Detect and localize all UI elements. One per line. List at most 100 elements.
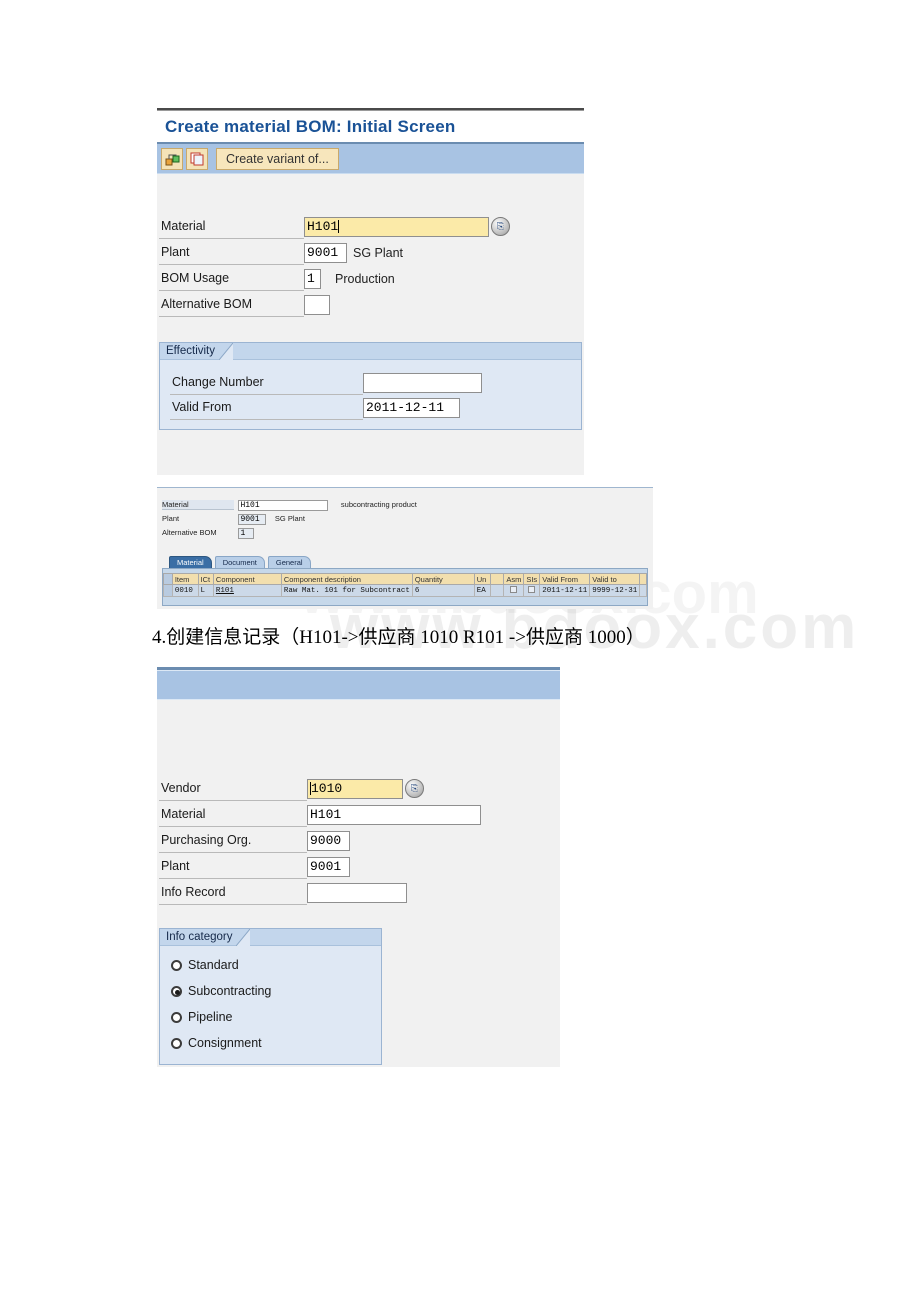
bom-label-usage: BOM Usage (159, 266, 304, 291)
col-ict[interactable]: ICt (197, 573, 214, 585)
change-number-input[interactable] (363, 372, 482, 393)
effectivity-change-number-row: Change Number (170, 370, 570, 395)
screen-title-bar: Create material BOM: Initial Screen (157, 111, 584, 144)
cell-item[interactable]: 0010 (171, 584, 199, 597)
plant-description: SG Plant (353, 245, 404, 260)
tab-general[interactable]: General (267, 556, 311, 568)
items-alternative-input[interactable]: 1 (238, 528, 255, 539)
bom-item-table: Item ICt Component Component description… (163, 573, 647, 597)
info-category-radio-group: Standard Subcontracting Pipeline Consign… (160, 946, 381, 1056)
create-info-record-screen: Vendor 1010 ⎘ Material H101 Purchasing O… (157, 667, 560, 1067)
col-quantity[interactable]: Quantity (411, 573, 475, 585)
tab-document[interactable]: Document (214, 556, 265, 568)
radio-standard-icon[interactable] (171, 959, 182, 971)
bom-field-material-row: Material H101 ⎘ (159, 214, 579, 239)
material-input-value: H101 (307, 218, 339, 234)
legend-slant-icon (236, 928, 251, 946)
col-trailing[interactable] (639, 573, 647, 585)
col-sls[interactable]: SIs (523, 573, 541, 585)
valid-from-input[interactable]: 2011-12-11 (363, 397, 460, 418)
radio-standard[interactable]: Standard (171, 952, 381, 978)
info-material-input[interactable]: H101 (307, 804, 481, 825)
cell-component-description[interactable]: Raw Mat. 101 for Subcontract (280, 584, 413, 597)
cell-trailing[interactable] (639, 584, 647, 597)
table-row[interactable]: 0010 L R101 Raw Mat. 101 for Subcontract… (163, 584, 647, 597)
items-plant-description: SG Plant (274, 514, 305, 523)
items-header-alternative-row: Alternative BOM 1 (162, 522, 255, 540)
material-value-help-icon[interactable]: ⎘ (491, 217, 510, 236)
cell-valid-to[interactable]: 9999-12-31 (589, 584, 641, 597)
row-select-cell[interactable] (163, 584, 173, 597)
bom-usage-description: Production (335, 271, 395, 286)
cell-unit[interactable]: EA (473, 584, 492, 597)
info-category-groupbox: Info category Standard Subcontracting Pi… (159, 928, 382, 1065)
radio-subcontracting[interactable]: Subcontracting (171, 978, 381, 1004)
radio-consignment[interactable]: Consignment (171, 1030, 381, 1056)
item-tabstrip: Material Document General (169, 554, 314, 568)
cell-asm[interactable] (503, 584, 525, 597)
copy-window-icon[interactable] (186, 147, 208, 170)
info-field-purchasing-org-row: Purchasing Org. 9000 (159, 828, 559, 853)
cell-component[interactable]: R101 (212, 584, 282, 597)
vendor-input[interactable]: 1010 (307, 778, 403, 799)
bom-field-plant-row: Plant 9001 SG Plant (159, 240, 579, 265)
asm-checkbox[interactable] (510, 585, 518, 593)
sls-checkbox[interactable] (528, 585, 536, 593)
bom-copy-icon[interactable] (161, 147, 183, 170)
col-component[interactable]: Component (212, 573, 282, 585)
tab-material[interactable]: Material (169, 556, 212, 568)
vendor-value-help-icon[interactable]: ⎘ (405, 779, 424, 798)
label-valid-from: Valid From (170, 395, 363, 420)
col-component-description[interactable]: Component description (280, 573, 413, 585)
plant-input[interactable]: 9001 (304, 242, 347, 263)
info-plant-input[interactable]: 9001 (307, 856, 350, 877)
info-category-legend-bar: Info category (160, 928, 381, 946)
legend-slant-icon (219, 342, 233, 360)
radio-consignment-label: Consignment (188, 1036, 262, 1050)
info-label-vendor: Vendor (159, 776, 307, 801)
radio-pipeline[interactable]: Pipeline (171, 1004, 381, 1030)
radio-pipeline-label: Pipeline (188, 1010, 233, 1024)
info-record-input[interactable] (307, 882, 407, 903)
col-blank[interactable] (490, 573, 505, 585)
cell-sls[interactable] (523, 584, 541, 597)
items-material-description: subcontracting product (340, 500, 417, 509)
create-variant-button[interactable]: Create variant of... (216, 147, 339, 170)
material-input[interactable]: H101 (304, 216, 489, 237)
page-title: Create material BOM: Initial Screen (165, 117, 456, 136)
col-select[interactable] (163, 573, 173, 585)
info-label-material: Material (159, 802, 307, 827)
col-valid-to[interactable]: Valid to (589, 573, 641, 585)
cell-blank[interactable] (490, 584, 505, 597)
cell-valid-from[interactable]: 2011-12-11 (539, 584, 591, 597)
table-header-row: Item ICt Component Component description… (163, 573, 647, 585)
cell-ict[interactable]: L (197, 584, 214, 597)
bom-field-alternative-row: Alternative BOM (159, 292, 579, 317)
bom-usage-input[interactable]: 1 (304, 268, 321, 289)
radio-consignment-icon[interactable] (171, 1037, 182, 1049)
item-table-container: Item ICt Component Component description… (162, 568, 648, 606)
col-valid-from[interactable]: Valid From (539, 573, 591, 585)
effectivity-valid-from-row: Valid From 2011-12-11 (170, 395, 570, 420)
label-change-number: Change Number (170, 370, 363, 395)
alternative-bom-input[interactable] (304, 294, 330, 315)
radio-pipeline-icon[interactable] (171, 1011, 182, 1023)
info-field-vendor-row: Vendor 1010 ⎘ (159, 776, 559, 801)
bom-label-plant: Plant (159, 240, 304, 265)
cell-quantity[interactable]: 6 (411, 584, 475, 597)
col-asm[interactable]: Asm (503, 573, 525, 585)
info-field-plant-row: Plant 9001 (159, 854, 559, 879)
info-field-material-row: Material H101 (159, 802, 559, 827)
bom-field-usage-row: BOM Usage 1 Production (159, 266, 579, 291)
radio-subcontracting-icon[interactable] (171, 985, 182, 997)
info-field-info-record-row: Info Record (159, 880, 559, 905)
info-toolbar (157, 670, 560, 700)
section-caption: 4.创建信息记录（H101->供应商 1010 R101 ->供应商 1000） (152, 627, 645, 648)
purchasing-org-input[interactable]: 9000 (307, 830, 350, 851)
col-unit[interactable]: Un (473, 573, 492, 585)
bom-label-alternative: Alternative BOM (159, 292, 304, 317)
info-label-purchasing-org: Purchasing Org. (159, 828, 307, 853)
col-item[interactable]: Item (171, 573, 199, 585)
vendor-input-value: 1010 (311, 780, 343, 796)
items-label-alternative: Alternative BOM (162, 528, 217, 537)
